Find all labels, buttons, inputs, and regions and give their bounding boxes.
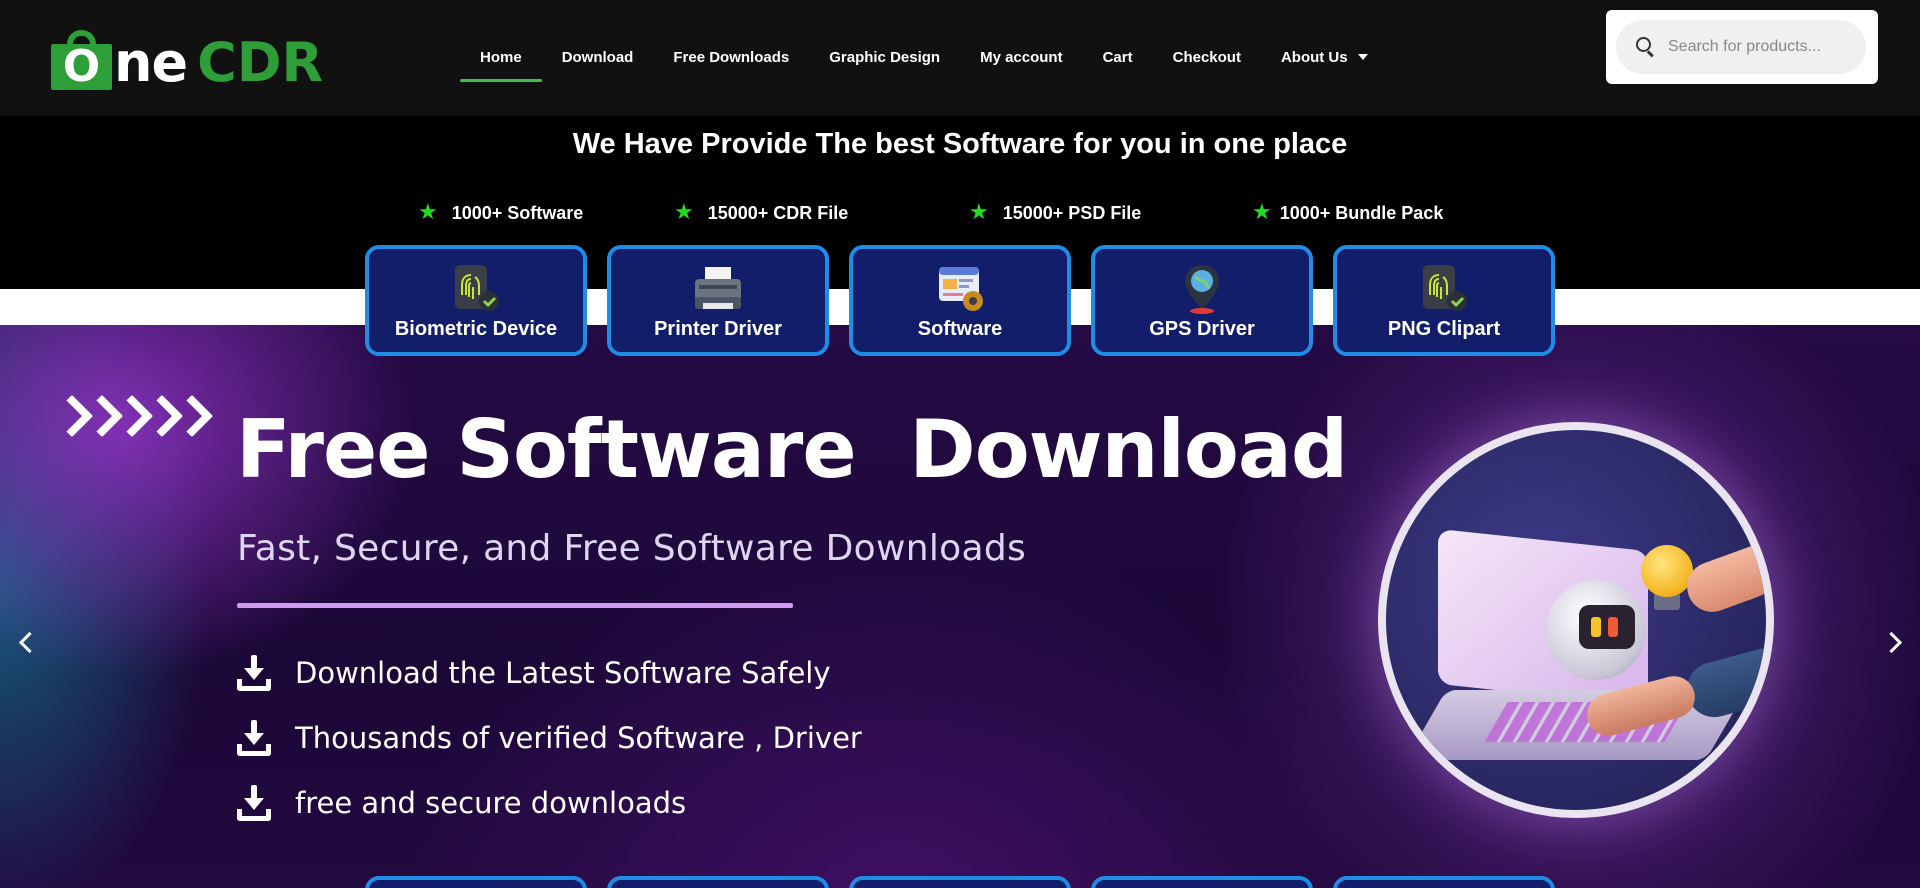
search-input[interactable] [1668, 38, 1848, 56]
category-label: Biometric Device [394, 318, 558, 340]
category-card-partial[interactable] [1333, 876, 1555, 888]
logo-text-green: CDR [197, 31, 324, 94]
chevrons-decoration [57, 393, 207, 439]
gps-pin-icon [1185, 265, 1219, 314]
category-label: Printer Driver [654, 318, 782, 340]
category-card-partial[interactable] [607, 876, 829, 888]
stat-software: ★ 1000+ Software [418, 200, 584, 225]
hero-subtitle: Fast, Secure, and Free Software Download… [237, 528, 1027, 569]
chevron-right-icon [147, 393, 171, 439]
category-card-partial[interactable] [365, 876, 587, 888]
nav-item-cart[interactable]: Cart [1083, 36, 1153, 82]
stat-bundle-pack: ★ 1000+ Bundle Pack [1252, 200, 1444, 225]
slider-next-button[interactable] [1880, 623, 1910, 663]
hero-title: Free Software Download [236, 403, 1348, 496]
chevron-right-icon [87, 393, 111, 439]
star-icon: ★ [969, 200, 989, 225]
category-card-software[interactable]: Software [849, 245, 1071, 356]
main-nav: Home Download Free Downloads Graphic Des… [460, 36, 1388, 82]
nav-item-graphic-design[interactable]: Graphic Design [809, 36, 960, 82]
site-header: O ne CDR Home Download Free Downloads Gr… [0, 0, 1920, 116]
star-icon: ★ [674, 200, 694, 225]
chevron-down-icon [1357, 54, 1368, 60]
star-icon: ★ [1252, 200, 1272, 225]
category-card-partial[interactable] [1091, 876, 1313, 888]
logo-text-white: ne [114, 31, 188, 94]
star-icon: ★ [418, 200, 438, 225]
search-icon[interactable] [1636, 37, 1656, 58]
nav-item-free-downloads[interactable]: Free Downloads [653, 36, 809, 82]
site-logo[interactable]: O ne CDR [51, 26, 323, 90]
download-icon [237, 655, 271, 691]
category-label: Software [917, 318, 1003, 340]
feature-item: free and secure downloads [237, 783, 686, 823]
nav-item-about-us[interactable]: About Us [1261, 36, 1388, 82]
nav-item-checkout[interactable]: Checkout [1153, 36, 1261, 82]
download-icon [237, 785, 271, 821]
search-widget [1606, 10, 1878, 84]
search-bar[interactable] [1616, 20, 1866, 74]
nav-item-my-account[interactable]: My account [960, 36, 1083, 82]
shopping-bag-icon: O [51, 30, 112, 90]
feature-item: Download the Latest Software Safely [237, 653, 831, 693]
hero-slider: Free Software Download Fast, Secure, and… [0, 325, 1920, 888]
category-card-printer-driver[interactable]: Printer Driver [607, 245, 829, 356]
chevron-right-icon [177, 393, 201, 439]
stat-cdr-file: ★ 15000+ CDR File [674, 200, 849, 225]
category-label: GPS Driver [1149, 318, 1255, 340]
fingerprint-icon [1423, 265, 1467, 311]
chevron-right-icon [117, 393, 141, 439]
band-title: We Have Provide The best Software for yo… [572, 128, 1348, 160]
robot-laptop-illustration [1378, 422, 1774, 818]
fingerprint-icon [455, 265, 499, 311]
chevron-right-icon [57, 393, 81, 439]
logo-letter: O [62, 41, 101, 92]
download-icon [237, 720, 271, 756]
category-label: PNG Clipart [1387, 318, 1501, 340]
stats-row: ★ 1000+ Software ★ 15000+ CDR File ★ 15000+… [0, 202, 1920, 226]
category-card-gps-driver[interactable]: GPS Driver [1091, 245, 1313, 356]
hero-divider [237, 603, 793, 608]
category-card-partial[interactable] [849, 876, 1071, 888]
category-card-png-clipart[interactable]: PNG Clipart [1333, 245, 1555, 356]
nav-item-download[interactable]: Download [542, 36, 654, 82]
feature-item: Thousands of verified Software , Driver [237, 718, 862, 758]
stat-psd-file: ★ 15000+ PSD File [969, 200, 1142, 225]
category-card-biometric-device[interactable]: Biometric Device [365, 245, 587, 356]
software-gear-icon [939, 267, 983, 311]
nav-item-home[interactable]: Home [460, 36, 542, 82]
printer-icon [695, 267, 741, 309]
slider-prev-button[interactable] [10, 623, 40, 663]
